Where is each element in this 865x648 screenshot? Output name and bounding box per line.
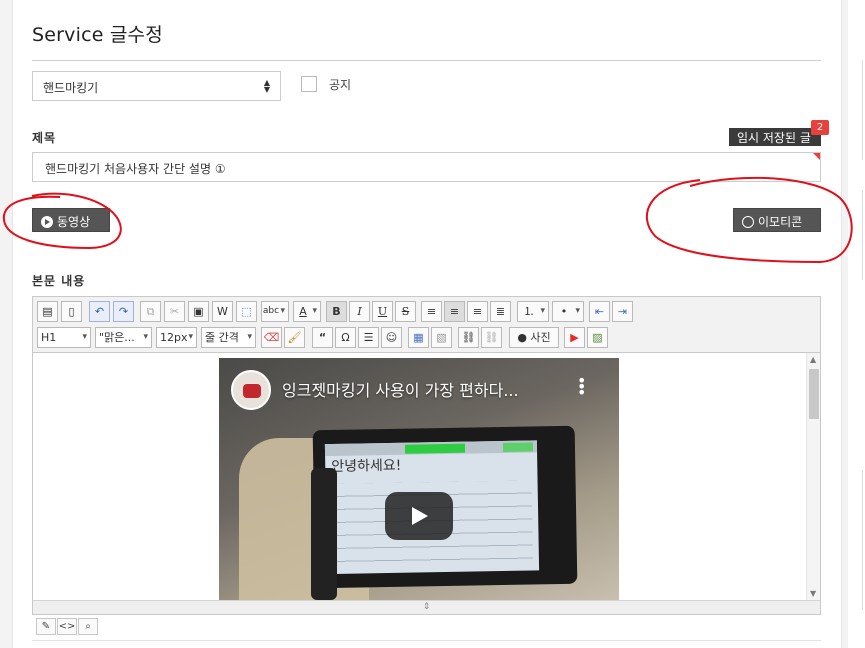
editor-content[interactable]: 안녕하세요! 잉크젯마킹기 사용이 가장 편하다... • • • — [33, 353, 806, 600]
select-arrows-icon: ▲ ▼ — [263, 78, 270, 94]
unordered-list-icon[interactable]: • — [552, 301, 584, 322]
required-corner-marker — [813, 153, 820, 160]
font-color-icon[interactable]: A — [293, 301, 321, 322]
video-title[interactable]: 잉크젯마킹기 사용이 가장 편하다... — [282, 377, 572, 401]
horizontal-rule-icon[interactable]: ☰ — [358, 327, 379, 348]
editor-resize-handle[interactable]: ⇕ — [33, 600, 820, 614]
table-icon[interactable]: ▦ — [408, 327, 429, 348]
emoticon-button-label: 이모티콘 — [758, 215, 803, 229]
video-button-label: 동영상 — [57, 215, 91, 229]
align-right-icon[interactable]: ≡ — [467, 301, 488, 322]
undo-icon[interactable]: ↶ — [89, 301, 110, 322]
bottom-divider — [32, 640, 821, 641]
draft-posts-button[interactable]: 임시 저장된 글 — [729, 128, 821, 146]
body-label: 본문 내용 — [32, 274, 86, 288]
ordered-list-icon[interactable]: ⒈ — [517, 301, 549, 322]
emoji-icon[interactable]: ☺ — [381, 327, 402, 348]
title-divider — [32, 60, 821, 61]
right-edge-strip — [848, 0, 865, 648]
bold-button[interactable]: B — [326, 301, 347, 322]
screen-status-green-2 — [502, 442, 534, 452]
camera-icon: ● — [517, 331, 527, 344]
notice-checkbox[interactable] — [301, 76, 317, 92]
table-edit-icon[interactable]: ▧ — [431, 327, 452, 348]
spellcheck-icon[interactable]: abc — [261, 301, 289, 322]
special-char-button[interactable]: Ω — [335, 327, 356, 348]
screen-status-green — [404, 443, 466, 454]
marker-handle-image — [311, 468, 337, 600]
editor-scrollbar[interactable]: ▲ ▼ — [806, 353, 820, 600]
format-brush-icon[interactable]: 🖌 — [284, 327, 305, 348]
unlink-icon[interactable]: ⛓ — [481, 327, 502, 348]
notice-label[interactable]: 공지 — [329, 76, 351, 93]
align-justify-icon[interactable]: ≣ — [490, 301, 511, 322]
embedded-video[interactable]: 안녕하세요! 잉크젯마킹기 사용이 가장 편하다... • • • — [219, 358, 619, 600]
youtube-icon[interactable]: ▶ — [564, 327, 585, 348]
outdent-icon[interactable]: ⇤ — [589, 301, 610, 322]
category-select[interactable]: 핸드마킹기 ▲ ▼ — [32, 71, 281, 101]
font-family-select[interactable]: "맑은... — [95, 327, 152, 348]
subject-input-value: 핸드마킹기 처음사용자 간단 설명 ① — [45, 162, 226, 176]
html-mode-code-icon[interactable]: <> — [57, 618, 77, 635]
category-select-value: 핸드마킹기 — [43, 81, 99, 95]
channel-avatar[interactable] — [231, 370, 271, 410]
paste-word-icon[interactable]: W — [212, 301, 233, 322]
scroll-down-icon[interactable]: ▼ — [810, 589, 816, 598]
italic-button[interactable]: I — [349, 301, 370, 322]
insert-video-button[interactable]: 동영상 — [32, 208, 110, 232]
image-icon[interactable]: ▨ — [587, 327, 608, 348]
rich-text-editor[interactable]: ▤ ▯ ↶ ↷ ⧉ ✂ ▣ W ⬚ abc A B I U S ≡ ≡ ≡ ≣ … — [32, 296, 821, 615]
print-icon[interactable]: ▤ — [37, 301, 58, 322]
editor-toolbar: ▤ ▯ ↶ ↷ ⧉ ✂ ▣ W ⬚ abc A B I U S ≡ ≡ ≡ ≣ … — [33, 297, 820, 353]
editor-mode-bar: ✎ <> ⌕ — [36, 614, 99, 635]
new-document-icon[interactable]: ▯ — [61, 301, 82, 322]
select-all-icon[interactable]: ⬚ — [236, 301, 257, 322]
redo-icon[interactable]: ↷ — [113, 301, 134, 322]
edit-mode-pencil-icon[interactable]: ✎ — [36, 618, 56, 635]
play-button-icon[interactable] — [385, 492, 453, 540]
subject-input[interactable]: 핸드마킹기 처음사용자 간단 설명 ① — [32, 152, 821, 182]
align-center-icon[interactable]: ≡ — [444, 301, 465, 322]
font-size-select[interactable]: 12px — [156, 327, 197, 348]
heading-select[interactable]: H1 — [37, 327, 91, 348]
draft-count-badge: 2 — [811, 120, 829, 135]
subject-label: 제목 — [32, 131, 57, 145]
preview-magnifier-icon[interactable]: ⌕ — [78, 618, 98, 635]
play-circle-icon — [41, 216, 53, 228]
more-options-icon[interactable]: • • • — [577, 373, 586, 401]
copy-icon[interactable]: ⧉ — [140, 301, 161, 322]
page-title: Service 글수정 — [32, 24, 163, 46]
link-icon[interactable]: ⛓ — [458, 327, 479, 348]
photo-button-label: 사진 — [530, 331, 551, 344]
paste-icon[interactable]: ▣ — [188, 301, 209, 322]
cut-icon[interactable]: ✂ — [164, 301, 185, 322]
photo-button[interactable]: ● 사진 — [509, 327, 559, 348]
eraser-icon[interactable]: ⌫ — [261, 327, 282, 348]
smiley-icon — [742, 216, 754, 228]
screen-text: 안녕하세요! — [331, 457, 402, 475]
scroll-up-icon[interactable]: ▲ — [810, 355, 816, 364]
indent-icon[interactable]: ⇥ — [612, 301, 633, 322]
insert-emoticon-button[interactable]: 이모티콘 — [733, 208, 821, 232]
underline-button[interactable]: U — [372, 301, 393, 322]
scrollbar-thumb[interactable] — [809, 369, 819, 419]
line-height-select[interactable]: 줄 간격 — [201, 327, 256, 348]
strikethrough-button[interactable]: S — [395, 301, 416, 322]
blockquote-button[interactable]: “ — [312, 327, 333, 348]
align-left-icon[interactable]: ≡ — [421, 301, 442, 322]
